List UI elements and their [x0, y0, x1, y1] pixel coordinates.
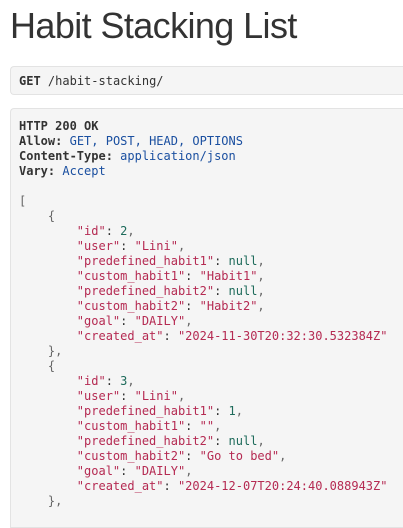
response-status: HTTP 200 OK	[19, 119, 99, 133]
json-value: "Lini"	[134, 389, 178, 403]
response-header-vary: Vary: Accept	[19, 164, 403, 179]
json-key: "goal"	[76, 464, 121, 478]
json-field-goal: "goal": "DAILY",	[76, 464, 193, 478]
response-header-allow: Allow: GET, POST, HEAD, OPTIONS	[19, 134, 403, 149]
json-key: "predefined_habit2"	[76, 434, 215, 448]
json-key: "custom_habit1"	[76, 269, 186, 283]
json-key: "user"	[76, 389, 121, 403]
json-value: null	[228, 434, 258, 448]
header-value: Accept	[62, 164, 106, 178]
json-value: "2024-12-07T20:24:40.088943Z"	[177, 479, 388, 493]
page-title: Habit Stacking List	[10, 5, 297, 46]
json-field-predefined-habit2: "predefined_habit2": null,	[76, 284, 265, 298]
json-field-id: "id": 2,	[76, 224, 135, 238]
json-key: "created_at"	[76, 479, 164, 493]
json-field-custom-habit1: "custom_habit1": "Habit1",	[76, 269, 265, 283]
json-key: "created_at"	[76, 329, 164, 343]
json-key: "custom_habit1"	[76, 419, 186, 433]
response-header-content-type: Content-Type: application/json	[19, 149, 403, 164]
json-field-predefined-habit2: "predefined_habit2": null,	[76, 434, 265, 448]
response-body: HTTP 200 OK Allow: GET, POST, HEAD, OPTIO…	[10, 108, 403, 528]
json-key: "id"	[76, 374, 106, 388]
json-key: "predefined_habit1"	[76, 254, 215, 268]
json-object-open: {	[19, 359, 56, 373]
json-field-goal: "goal": "DAILY",	[76, 314, 193, 328]
json-object-open: {	[19, 209, 56, 223]
header-value: application/json	[120, 149, 236, 163]
json-value: "Go to bed"	[199, 449, 280, 463]
json-field-user: "user": "Lini",	[76, 389, 186, 403]
request-method: GET	[19, 74, 41, 88]
json-field-predefined-habit1: "predefined_habit1": 1,	[76, 404, 243, 418]
json-key: "id"	[76, 224, 106, 238]
json-key: "custom_habit2"	[76, 299, 186, 313]
json-key: "predefined_habit2"	[76, 284, 215, 298]
json-object-close: },	[19, 344, 63, 358]
request-path: /habit-stacking/	[47, 74, 164, 88]
json-field-predefined-habit1: "predefined_habit1": null,	[76, 254, 265, 268]
json-value: "2024-11-30T20:32:30.532384Z"	[177, 329, 388, 343]
json-field-created-at: "created_at": "2024-12-07T20:24:40.08894…	[76, 479, 388, 493]
json-field-custom-habit2: "custom_habit2": "Habit2",	[76, 299, 265, 313]
json-key: "predefined_habit1"	[76, 404, 215, 418]
json-field-custom-habit1: "custom_habit1": "",	[76, 419, 222, 433]
json-value: "Lini"	[134, 239, 178, 253]
json-open-bracket: [	[19, 194, 27, 208]
request-info: GET /habit-stacking/	[10, 66, 403, 95]
json-items: { "id": 2, "user": "Lini", "predefined_h…	[19, 209, 403, 509]
header-name: Allow:	[19, 134, 63, 148]
json-key: "goal"	[76, 314, 121, 328]
json-field-created-at: "created_at": "2024-11-30T20:32:30.53238…	[76, 329, 388, 343]
json-key: "user"	[76, 239, 121, 253]
json-value: "DAILY"	[134, 314, 186, 328]
json-value: "Habit2"	[199, 299, 258, 313]
json-field-custom-habit2: "custom_habit2": "Go to bed",	[76, 449, 287, 463]
json-field-id: "id": 3,	[76, 374, 135, 388]
json-value: "DAILY"	[134, 464, 186, 478]
json-value: null	[228, 254, 258, 268]
json-value: "Habit1"	[199, 269, 258, 283]
header-name: Vary:	[19, 164, 56, 178]
header-name: Content-Type:	[19, 149, 113, 163]
header-value: GET, POST, HEAD, OPTIONS	[69, 134, 243, 148]
json-value: ""	[199, 419, 215, 433]
json-key: "custom_habit2"	[76, 449, 186, 463]
json-value: 1	[228, 404, 236, 418]
json-value: null	[228, 284, 258, 298]
json-field-user: "user": "Lini",	[76, 239, 186, 253]
